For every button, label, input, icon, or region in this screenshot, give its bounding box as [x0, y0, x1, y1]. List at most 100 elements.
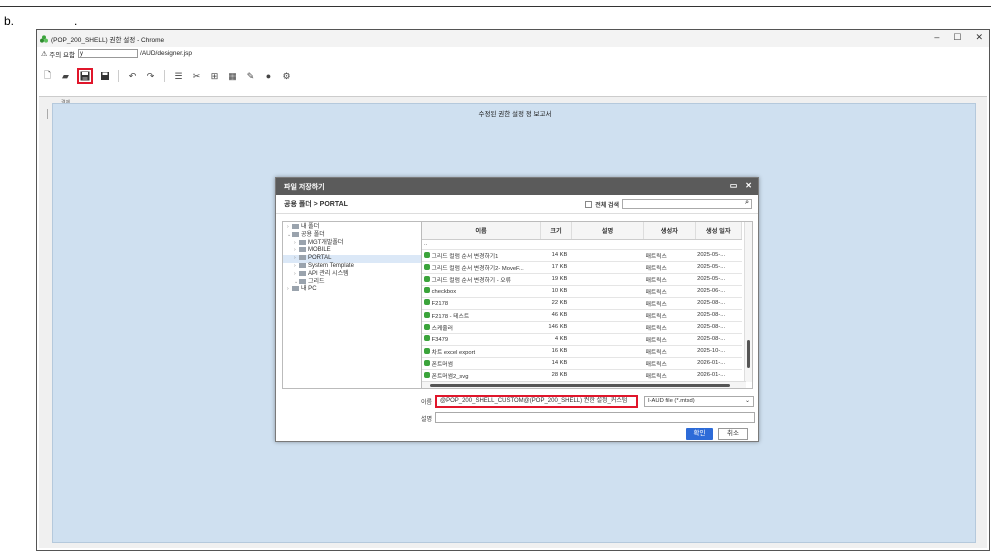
table-row[interactable]: ..	[422, 239, 742, 250]
cell-creator: 매트릭스	[645, 325, 667, 332]
cell-size: 17 KB	[551, 264, 568, 270]
database-icon[interactable]: ☰	[172, 70, 185, 83]
confirm-button[interactable]: 확인	[686, 428, 713, 440]
folder-icon	[299, 270, 306, 276]
save-icon[interactable]	[77, 68, 93, 84]
description-input[interactable]	[435, 412, 755, 423]
cell-date: 2026-01-...	[697, 372, 726, 378]
table-row[interactable]: 스케줄러 146 KB 매트릭스 2025-08-...	[422, 321, 742, 334]
column-header[interactable]: 설명	[571, 222, 645, 240]
tree-item-label: MOBILE	[308, 247, 331, 254]
tools-icon[interactable]: ✂	[190, 70, 203, 83]
tree-item[interactable]: › System Template	[287, 262, 421, 271]
folder-icon	[299, 262, 306, 268]
folder-icon	[299, 247, 306, 253]
step-label: b.	[4, 14, 15, 28]
tree-item[interactable]: › 내 PC	[287, 286, 421, 294]
new-document-icon[interactable]: 🗋	[41, 70, 54, 83]
report-file-icon	[424, 299, 430, 305]
cell-date: 2025-06-...	[697, 288, 726, 294]
undo-icon[interactable]: ↶	[126, 70, 139, 83]
dialog-close-icon[interactable]: ✕	[745, 181, 752, 190]
chevron-down-icon: ⌄	[744, 398, 750, 404]
cell-date: 2025-08-...	[697, 300, 726, 306]
tree-item[interactable]: › MOBILE	[287, 247, 421, 255]
address-input[interactable]: y	[78, 49, 139, 58]
horizontal-scroll-thumb[interactable]	[430, 384, 730, 387]
cell-size: 46 KB	[551, 312, 568, 318]
tree-item[interactable]: › API 관리 시스템	[287, 270, 421, 279]
report-file-icon	[424, 359, 430, 366]
cell-size: 14 KB	[551, 252, 568, 258]
column-header[interactable]: 생성자	[643, 222, 696, 240]
table-row[interactable]: 그리드 컬럼 순서 변경하기 - 오류 19 KB 매트릭스 2025-05-...	[422, 273, 742, 286]
settings-icon[interactable]: ⚙	[280, 70, 293, 83]
redo-icon[interactable]: ↷	[144, 70, 157, 83]
table-row[interactable]: 폰트머썸 14 KB 매트릭스 2026-01-...	[422, 357, 742, 370]
table-row[interactable]: 폰트머썸2_svg 28 KB 매트릭스 2026-01-...	[422, 369, 742, 382]
tree-item-label: PORTAL	[308, 255, 332, 262]
cell-date: 2025-08-...	[697, 336, 726, 342]
minimize-button[interactable]: –	[934, 32, 939, 43]
file-type-select[interactable]: I-AUD file (*.mtsd) ⌄	[644, 396, 754, 407]
cell-creator: 매트릭스	[645, 277, 667, 284]
name-label: 이름	[421, 400, 433, 406]
cancel-button[interactable]: 취소	[718, 428, 748, 440]
report-file-icon	[424, 275, 430, 282]
report-file-icon	[424, 287, 430, 293]
search-icon[interactable]: ⌕	[745, 199, 749, 207]
table-row[interactable]: F2178 22 KB 매트릭스 2025-08-...	[422, 297, 742, 310]
tree-item-label: MGT개발폴더	[308, 239, 344, 246]
report-file-icon	[424, 335, 430, 341]
table-row[interactable]: checkbox 10 KB 매트릭스 2025-06-...	[422, 285, 742, 298]
full-search-label: 전체 검색	[595, 202, 619, 209]
cell-name: ..	[424, 241, 428, 247]
tree-item[interactable]: ⌄ 공용 폴더	[287, 231, 421, 240]
full-search-checkbox[interactable]	[585, 200, 593, 208]
search-input[interactable]: ⌕	[622, 199, 752, 209]
maximize-button[interactable]: ☐	[953, 32, 961, 43]
column-header[interactable]: 크기	[540, 222, 572, 240]
address-bar[interactable]: ⚠ 주의 요함 y /AUD/designer.jsp	[37, 47, 989, 60]
tree-item-label: 공용 폴더	[301, 231, 325, 238]
save-as-icon[interactable]	[98, 70, 111, 83]
column-header[interactable]: 이름	[422, 222, 542, 240]
app-logo-icon	[40, 34, 48, 43]
canvas-edge	[47, 109, 51, 119]
edit-icon[interactable]: ✎	[244, 70, 257, 83]
tree-item-label: System Template	[308, 263, 354, 270]
hierarchy-icon[interactable]: ⊞	[208, 70, 221, 83]
open-folder-icon[interactable]: ▰	[59, 70, 72, 83]
cell-name: 폰트머썸2_svg	[431, 373, 469, 380]
file-name-input[interactable]: @POP_200_SHELL_CUSTOM@(POP_200_SHELL) 권한…	[435, 395, 638, 408]
tree-item[interactable]: › PORTAL	[283, 255, 421, 263]
table-row[interactable]: 그리드 컬럼 순서 변경하기1 14 KB 매트릭스 2025-05-...	[422, 249, 742, 262]
tree-item[interactable]: › 내 폴더	[287, 224, 421, 232]
folder-icon	[292, 231, 299, 237]
calendar-icon[interactable]: ▦	[226, 70, 239, 83]
dialog-maximize-icon[interactable]: ▭	[730, 181, 738, 190]
cell-name: checkbox	[431, 289, 457, 295]
tree-item-label: 내 폴더	[301, 224, 320, 231]
column-header[interactable]: 생성 일자	[695, 222, 743, 240]
close-window-button[interactable]: ✕	[975, 32, 983, 43]
tree-item[interactable]: › MGT개발폴더	[287, 239, 421, 248]
cell-name: F2178	[431, 301, 449, 307]
run-icon[interactable]: ●	[262, 70, 275, 83]
folder-path: 공용 폴더 > PORTAL	[284, 201, 348, 208]
file-type-value: I-AUD file (*.mtsd)	[648, 398, 695, 404]
report-file-icon	[424, 347, 430, 354]
cell-date: 2026-01-...	[697, 360, 726, 366]
table-row[interactable]: F2178 - 테스트 46 KB 매트릭스 2025-08-...	[422, 309, 742, 322]
table-row[interactable]: 차트 excel export 16 KB 매트릭스 2025-10-...	[422, 345, 742, 358]
address-path: /AUD/designer.jsp	[140, 50, 193, 57]
cell-size: 19 KB	[551, 276, 568, 282]
vertical-scrollbar[interactable]	[744, 222, 752, 382]
cell-creator: 매트릭스	[645, 361, 667, 368]
horizontal-scrollbar[interactable]	[422, 381, 746, 388]
table-row[interactable]: F3479 4 KB 매트릭스 2025-08-...	[422, 333, 742, 346]
table-row[interactable]: 그리드 컬럼 순서 변경하기2- MoveF... 17 KB 매트릭스 2025-0…	[422, 261, 742, 274]
cell-size: 10 KB	[551, 288, 568, 294]
cell-name: 그리드 컬럼 순서 변경하기2- MoveF...	[431, 265, 524, 272]
vertical-scroll-thumb[interactable]	[747, 340, 750, 368]
